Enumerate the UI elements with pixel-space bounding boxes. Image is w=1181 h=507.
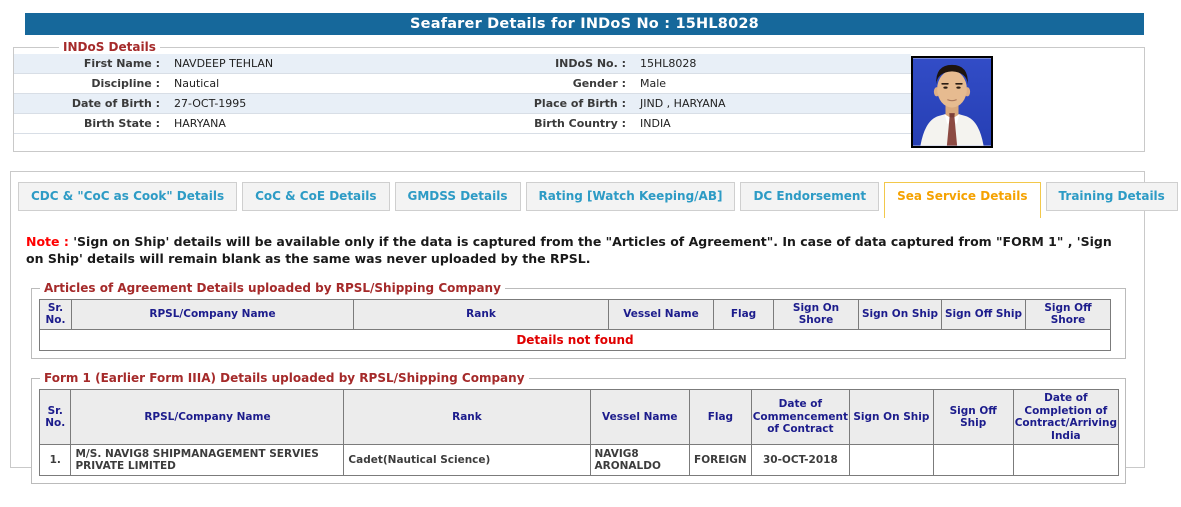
field-label: Discipline : [14,77,164,90]
cell-vessel-name: NAVIG8 ARONALDO [590,445,690,476]
cell-company-name: M/S. NAVIG8 SHIPMANAGEMENT SERVIES PRIVA… [71,445,344,476]
field-row: Birth State : HARYANA Birth Country : IN… [14,114,911,134]
photo-column [911,54,1144,148]
column-header: RPSL/Company Name [72,299,354,329]
field-value: INDIA [630,117,911,130]
tab-dc-endorsement[interactable]: DC Endorsement [740,182,879,211]
column-header: RPSL/Company Name [71,389,344,444]
table-row: 1. M/S. NAVIG8 SHIPMANAGEMENT SERVIES PR… [40,445,1119,476]
empty-message: Details not found [40,329,1111,350]
tab-sea-service-details[interactable]: Sea Service Details [884,182,1040,218]
field-row: Discipline : Nautical Gender : Male [14,74,911,94]
field-value: 27-OCT-1995 [164,97,454,110]
cell-sr-no: 1. [40,445,71,476]
table-row: Details not found [40,329,1111,350]
field-label: Birth State : [14,117,164,130]
tab-strip: CDC & "CoC as Cook" Details CoC & CoE De… [18,182,1144,218]
column-header: Sr. No. [40,299,72,329]
field-value: 15HL8028 [630,57,911,70]
cell-commencement-date: 30-OCT-2018 [751,445,849,476]
note-prefix: Note : [26,234,69,249]
articles-of-agreement-legend: Articles of Agreement Details uploaded b… [40,281,505,295]
field-row: First Name : NAVDEEP TEHLAN INDoS No. : … [14,54,911,74]
field-value: HARYANA [164,117,454,130]
column-header: Sign On Ship [859,299,942,329]
column-header: Sr. No. [40,389,71,444]
cell-flag: FOREIGN [690,445,752,476]
tab-training-details[interactable]: Training Details [1046,182,1178,211]
indos-details-legend: INDoS Details [59,40,160,54]
column-header: Vessel Name [590,389,690,444]
form1-box: Form 1 (Earlier Form IIIA) Details uploa… [31,378,1126,484]
field-label: Birth Country : [454,117,630,130]
column-header: Sign Off Shore [1026,299,1111,329]
seafarer-content-panel: CDC & "CoC as Cook" Details CoC & CoE De… [10,171,1145,468]
form1-legend: Form 1 (Earlier Form IIIA) Details uploa… [40,371,529,385]
field-label: Place of Birth : [454,97,630,110]
indos-field-rows: First Name : NAVDEEP TEHLAN INDoS No. : … [14,54,911,148]
column-header: Flag [714,299,774,329]
cell-sign-off-ship [933,445,1013,476]
column-header: Sign Off Ship [933,389,1013,444]
field-label: First Name : [14,57,164,70]
column-header: Vessel Name [609,299,714,329]
column-header: Date of Commencement of Contract [751,389,849,444]
page-title: Seafarer Details for INDoS No : 15HL8028 [25,13,1144,35]
tab-gmdss-details[interactable]: GMDSS Details [395,182,521,211]
field-value: Male [630,77,911,90]
column-header: Flag [690,389,752,444]
tab-coc-coe-details[interactable]: CoC & CoE Details [242,182,389,211]
field-label: INDoS No. : [454,57,630,70]
field-value: Nautical [164,77,454,90]
column-header: Rank [344,389,590,444]
field-value: JIND , HARYANA [630,97,911,110]
cell-sign-on-ship [850,445,934,476]
column-header: Sign Off Ship [942,299,1026,329]
articles-of-agreement-box: Articles of Agreement Details uploaded b… [31,288,1126,359]
cell-rank: Cadet(Nautical Science) [344,445,590,476]
indos-details-panel: INDoS Details First Name : NAVDEEP TEHLA… [13,47,1145,152]
tab-cdc-coc-as-cook-details[interactable]: CDC & "CoC as Cook" Details [18,182,237,211]
note-text: 'Sign on Ship' details will be available… [26,234,1112,266]
field-label: Date of Birth : [14,97,164,110]
tab-rating-watch-keeping-ab[interactable]: Rating [Watch Keeping/AB] [526,182,736,211]
column-header: Sign On Shore [774,299,859,329]
sign-on-ship-note: Note : 'Sign on Ship' details will be av… [26,234,1128,268]
field-row: Date of Birth : 27-OCT-1995 Place of Bir… [14,94,911,114]
table-header-row: Sr. No. RPSL/Company Name Rank Vessel Na… [40,299,1111,329]
articles-of-agreement-table: Sr. No. RPSL/Company Name Rank Vessel Na… [39,299,1111,351]
seafarer-photo [911,56,993,148]
field-value: NAVDEEP TEHLAN [164,57,454,70]
table-header-row: Sr. No. RPSL/Company Name Rank Vessel Na… [40,389,1119,444]
form1-table: Sr. No. RPSL/Company Name Rank Vessel Na… [39,389,1119,476]
column-header: Rank [354,299,609,329]
cell-completion-date [1013,445,1118,476]
field-label: Gender : [454,77,630,90]
column-header: Sign On Ship [850,389,934,444]
column-header: Date of Completion of Contract/Arriving … [1013,389,1118,444]
